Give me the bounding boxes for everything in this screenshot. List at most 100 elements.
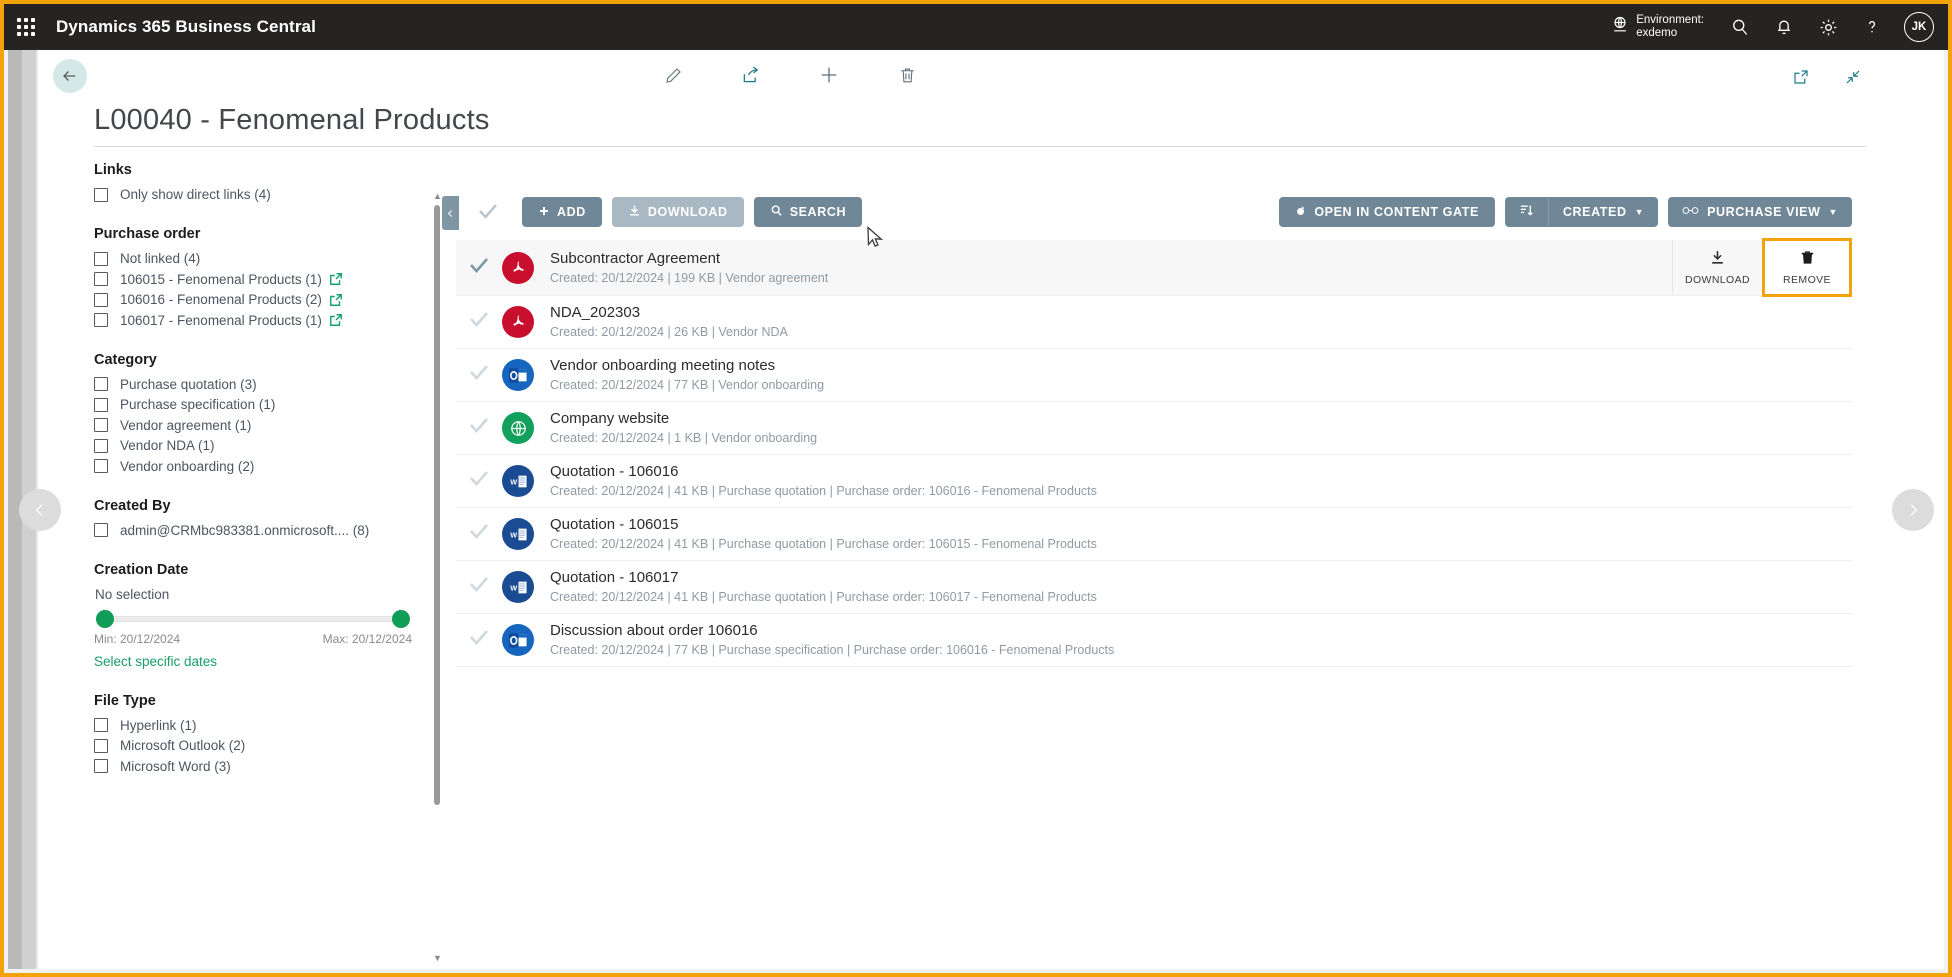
collapse-sidebar-button[interactable]	[442, 196, 459, 230]
row-text: NDA_202303 Created: 20/12/2024 | 26 KB |…	[550, 303, 788, 341]
checkbox[interactable]	[94, 272, 108, 286]
checkbox[interactable]	[94, 292, 108, 307]
row-select-checkmark-icon[interactable]	[456, 519, 502, 549]
facet-checkbox-row[interactable]: 106016 - Fenomenal Products (2)	[94, 292, 424, 307]
facet-checkbox-row[interactable]: Only show direct links (4)	[94, 187, 424, 202]
select-all-checkmark-icon[interactable]	[476, 199, 500, 229]
checkbox[interactable]	[94, 459, 108, 473]
facet-checkbox-row[interactable]: Microsoft Outlook (2)	[94, 738, 424, 753]
document-meta: Created: 20/12/2024 | 41 KB | Purchase q…	[550, 537, 1097, 551]
table-row[interactable]: Discussion about order 106016 Created: 2…	[456, 614, 1852, 667]
facet-checkbox-row[interactable]: Not linked (4)	[94, 251, 424, 266]
slider-handle-max[interactable]	[392, 609, 410, 628]
facet-checkbox-row[interactable]: Vendor onboarding (2)	[94, 459, 424, 474]
search-button[interactable]: SEARCH	[753, 197, 863, 227]
facet-checkbox-row[interactable]: Purchase specification (1)	[94, 397, 424, 412]
next-record-button[interactable]	[1892, 488, 1934, 531]
table-row[interactable]: Vendor onboarding meeting notes Created:…	[456, 349, 1852, 402]
page-card: L00040 - Fenomenal Products Links Only s…	[38, 50, 1944, 969]
view-dropdown[interactable]: PURCHASE VIEW ▼	[1668, 197, 1852, 227]
facet-checkbox-row[interactable]: Purchase quotation (3)	[94, 377, 424, 392]
facet-label: Vendor agreement (1)	[120, 417, 252, 433]
edit-pencil-icon[interactable]	[658, 58, 688, 92]
avatar[interactable]: JK	[1904, 12, 1934, 42]
table-row[interactable]: NDA_202303 Created: 20/12/2024 | 26 KB |…	[456, 296, 1852, 349]
document-meta: Created: 20/12/2024 | 77 KB | Purchase s…	[550, 643, 1115, 657]
facet-checkbox-row[interactable]: Hyperlink (1)	[94, 718, 424, 733]
gear-icon[interactable]	[1806, 4, 1850, 50]
search-icon[interactable]	[1718, 4, 1762, 50]
table-row[interactable]: Subcontractor Agreement Created: 20/12/2…	[456, 238, 1852, 297]
external-link-icon[interactable]	[329, 313, 343, 327]
waffle-grid-icon	[17, 18, 35, 36]
slider-range-labels: Min: 20/12/2024 Max: 20/12/2024	[94, 632, 412, 646]
creation-date-slider[interactable]	[94, 609, 412, 628]
facet-checkbox-row[interactable]: 106017 - Fenomenal Products (1)	[94, 313, 424, 328]
row-download-button[interactable]: DOWNLOAD	[1672, 240, 1762, 295]
row-select-checkmark-icon[interactable]	[456, 625, 502, 655]
add-button[interactable]: ADD	[522, 197, 602, 227]
help-icon[interactable]	[1850, 4, 1894, 50]
table-row[interactable]: W Quotation - 106015 Created: 20/12/2024…	[456, 508, 1852, 561]
collapse-icon[interactable]	[1838, 60, 1868, 94]
row-select-checkmark-icon[interactable]	[456, 307, 502, 337]
sidebar-scrollbar[interactable]: ▲ ▼	[432, 191, 442, 963]
download-button[interactable]: DOWNLOAD	[611, 197, 744, 227]
external-link-icon[interactable]	[329, 272, 343, 286]
row-select-checkmark-icon[interactable]	[456, 466, 502, 496]
row-select-checkmark-icon[interactable]	[456, 253, 502, 283]
open-in-new-window-icon[interactable]	[1786, 60, 1816, 94]
globe-icon	[1610, 15, 1630, 39]
sort-order-icon-button[interactable]	[1505, 197, 1548, 227]
checkbox[interactable]	[94, 418, 108, 432]
add-plus-icon[interactable]	[814, 58, 844, 92]
plus-icon	[538, 205, 550, 220]
facet-label: 106017 - Fenomenal Products (1)	[120, 312, 322, 328]
checkbox[interactable]	[94, 523, 108, 537]
checkbox[interactable]	[94, 397, 108, 412]
table-row[interactable]: W Quotation - 106016 Created: 20/12/2024…	[456, 455, 1852, 508]
share-icon[interactable]	[736, 58, 766, 92]
row-select-checkmark-icon[interactable]	[456, 360, 502, 390]
toolbar-left-group: ADD DOWNLOAD SEARCH	[522, 197, 863, 227]
facet-group-created-by: Created By admin@CRMbc983381.onmicrosoft…	[94, 498, 424, 538]
facet-checkbox-row[interactable]: Microsoft Word (3)	[94, 759, 424, 774]
delete-trash-icon[interactable]	[892, 58, 922, 92]
checkbox[interactable]	[94, 251, 108, 266]
facet-group-creation-date: Creation Date No selection Min: 20/12/20…	[94, 562, 424, 669]
row-select-checkmark-icon[interactable]	[456, 572, 502, 602]
facet-title: Category	[94, 351, 157, 368]
environment-indicator[interactable]: Environment: exdemo	[1610, 14, 1704, 40]
row-remove-button[interactable]: REMOVE	[1762, 238, 1852, 297]
table-row[interactable]: W Quotation - 106017 Created: 20/12/2024…	[456, 561, 1852, 614]
sort-field-dropdown[interactable]: CREATED ▼	[1547, 197, 1658, 227]
external-link-icon[interactable]	[329, 293, 343, 307]
scrollbar-thumb[interactable]	[434, 205, 440, 805]
slider-handle-min[interactable]	[96, 609, 114, 628]
open-in-content-gate-button[interactable]: OPEN IN CONTENT GATE	[1279, 197, 1495, 227]
checkbox[interactable]	[94, 759, 108, 773]
table-row[interactable]: Company website Created: 20/12/2024 | 1 …	[456, 402, 1852, 455]
facet-checkbox-row[interactable]: admin@CRMbc983381.onmicrosoft.... (8)	[94, 523, 424, 538]
back-button[interactable]	[53, 59, 87, 93]
previous-record-button[interactable]	[19, 488, 61, 531]
checkbox[interactable]	[94, 377, 108, 391]
checkbox[interactable]	[94, 438, 108, 453]
scroll-down-icon[interactable]: ▼	[433, 953, 442, 963]
waffle-menu-button[interactable]	[4, 18, 48, 36]
facet-checkbox-row[interactable]: Vendor agreement (1)	[94, 418, 424, 433]
document-title: Subcontractor Agreement	[550, 249, 721, 267]
bell-icon[interactable]	[1762, 4, 1806, 50]
slider-min-label: Min: 20/12/2024	[94, 631, 181, 646]
checkbox[interactable]	[94, 718, 108, 732]
row-download-label: DOWNLOAD	[1684, 274, 1751, 286]
row-select-checkmark-icon[interactable]	[456, 413, 502, 443]
scroll-up-icon[interactable]: ▲	[433, 191, 442, 201]
select-specific-dates-link[interactable]: Select specific dates	[94, 654, 424, 669]
facet-checkbox-row[interactable]: 106015 - Fenomenal Products (1)	[94, 272, 424, 287]
facet-label: 106015 - Fenomenal Products (1)	[120, 271, 322, 287]
facet-checkbox-row[interactable]: Vendor NDA (1)	[94, 438, 424, 453]
checkbox[interactable]	[94, 187, 108, 202]
checkbox[interactable]	[94, 738, 108, 753]
checkbox[interactable]	[94, 313, 108, 327]
